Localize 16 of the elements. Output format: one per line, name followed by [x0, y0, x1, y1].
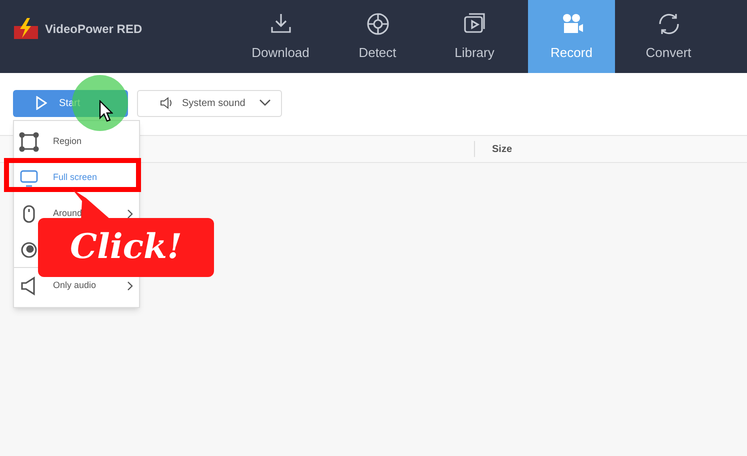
chevron-down-icon — [259, 99, 272, 107]
audio-source-dropdown[interactable]: System sound — [137, 90, 282, 116]
nav-tab[interactable]: Download — [237, 0, 324, 73]
menu-item[interactable]: Region — [14, 124, 139, 160]
speaker-icon — [160, 97, 174, 109]
column-header[interactable]: Size — [492, 142, 512, 156]
chevron-right-icon — [127, 209, 133, 219]
play-icon — [35, 96, 47, 110]
app-logo-icon — [13, 18, 39, 40]
chevron-right-icon — [127, 281, 133, 291]
nav-tab[interactable]: Convert — [625, 0, 712, 73]
nav-tab[interactable]: Library — [431, 0, 518, 73]
app-title: VideoPower RED — [45, 21, 142, 38]
selection-frame-icon — [18, 131, 40, 153]
mouse-pointer-icon — [99, 100, 113, 122]
nav-tab[interactable]: Detect — [334, 0, 421, 73]
